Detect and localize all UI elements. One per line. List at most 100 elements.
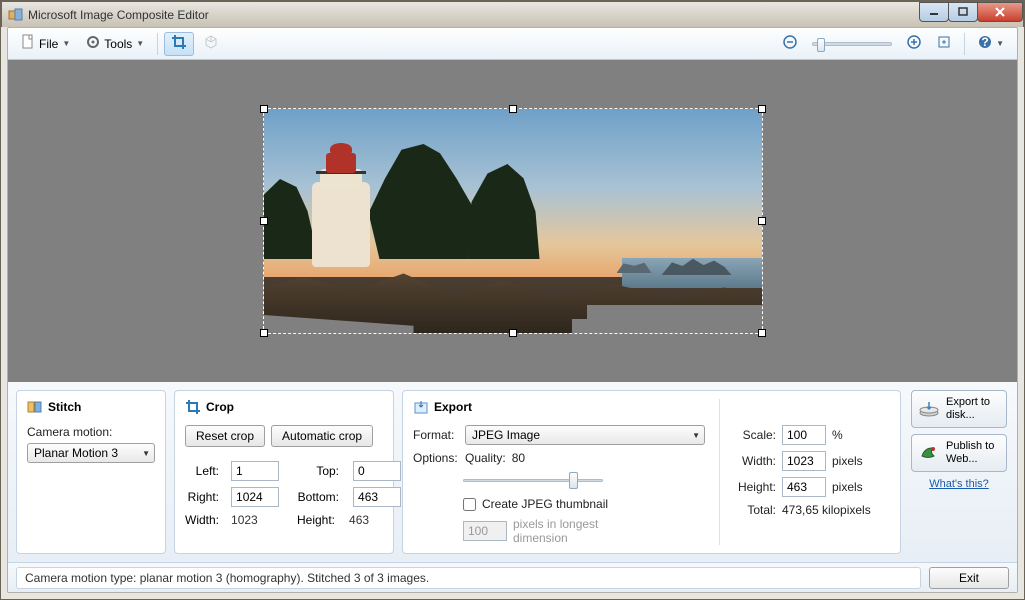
help-icon: ? xyxy=(978,35,992,52)
quality-value: 80 xyxy=(512,451,525,465)
automatic-crop-button[interactable]: Automatic crop xyxy=(271,425,373,447)
crop-handle[interactable] xyxy=(758,329,766,337)
zoom-in-button[interactable] xyxy=(900,32,928,56)
crop-top-label: Top: xyxy=(293,464,339,478)
separator xyxy=(964,33,965,55)
export-header: Export xyxy=(434,400,472,414)
crop-bottom-label: Bottom: xyxy=(293,490,339,504)
crop-handle[interactable] xyxy=(758,217,766,225)
stitch-header: Stitch xyxy=(48,400,81,414)
crop-bottom-input[interactable] xyxy=(353,487,401,507)
export-width-input[interactable] xyxy=(782,451,826,471)
crop-left-label: Left: xyxy=(185,464,219,478)
scale-unit: % xyxy=(832,428,843,442)
zoom-out-button[interactable] xyxy=(776,32,804,56)
close-button[interactable] xyxy=(977,2,1023,22)
statusbar: Camera motion type: planar motion 3 (hom… xyxy=(8,562,1017,592)
plus-circle-icon xyxy=(907,35,921,52)
crop-handle[interactable] xyxy=(260,217,268,225)
main-toolbar: File ▼ Tools ▼ xyxy=(8,28,1017,60)
tools-label: Tools xyxy=(104,37,132,51)
publish-label: Publish to Web... xyxy=(946,440,1000,466)
fit-icon xyxy=(937,35,951,52)
export-width-label: Width: xyxy=(734,454,776,468)
crop-handle[interactable] xyxy=(758,105,766,113)
crop-right-input[interactable] xyxy=(231,487,279,507)
fit-screen-button[interactable] xyxy=(930,32,958,56)
crop-top-input[interactable] xyxy=(353,461,401,481)
cube-icon xyxy=(203,34,219,53)
format-label: Format: xyxy=(413,428,459,442)
scale-label: Scale: xyxy=(734,428,776,442)
crop-handle[interactable] xyxy=(509,329,517,337)
caret-down-icon: ▼ xyxy=(62,39,70,48)
side-buttons: Export to disk... Publish to Web... What… xyxy=(909,390,1009,554)
file-label: File xyxy=(39,37,58,51)
separator xyxy=(157,33,158,55)
maximize-button[interactable] xyxy=(948,2,978,22)
quality-slider[interactable] xyxy=(463,471,603,489)
camera-motion-select[interactable]: Planar Motion 3 ▼ xyxy=(27,443,155,463)
thumbnail-checkbox[interactable] xyxy=(463,498,476,511)
window-title: Microsoft Image Composite Editor xyxy=(28,8,209,22)
stitch-icon xyxy=(27,399,43,415)
minimize-button[interactable] xyxy=(919,2,949,22)
titlebar: Microsoft Image Composite Editor xyxy=(1,1,1024,27)
crop-width-value: 1023 xyxy=(231,513,275,527)
crop-handle[interactable] xyxy=(260,105,268,113)
scale-input[interactable] xyxy=(782,425,826,445)
crop-panel: Crop Reset crop Automatic crop Left: Top… xyxy=(174,390,394,554)
panorama-preview xyxy=(264,109,762,333)
zoom-slider[interactable] xyxy=(812,42,892,46)
crop-width-label: Width: xyxy=(185,513,219,527)
crop-height-value: 463 xyxy=(349,513,369,527)
file-new-icon xyxy=(21,34,35,53)
total-value: 473,65 kilopixels xyxy=(782,503,871,517)
crop-icon xyxy=(185,399,201,415)
file-menu[interactable]: File ▼ xyxy=(14,32,77,56)
export-panel: Export Format: JPEG Image ▼ Options: Qua… xyxy=(402,390,901,554)
total-label: Total: xyxy=(734,503,776,517)
options-label: Options: xyxy=(413,451,459,465)
help-menu[interactable]: ? ▼ xyxy=(971,32,1011,56)
crop-selection[interactable] xyxy=(263,108,763,334)
crop-left-input[interactable] xyxy=(231,461,279,481)
export-disk-label: Export to disk... xyxy=(946,396,1000,422)
crop-header: Crop xyxy=(206,400,234,414)
export-height-label: Height: xyxy=(734,480,776,494)
publish-icon xyxy=(918,441,940,465)
export-height-input[interactable] xyxy=(782,477,826,497)
format-select[interactable]: JPEG Image ▼ xyxy=(465,425,705,445)
thumbnail-hint: pixels in longest dimension xyxy=(513,517,623,545)
camera-motion-value: Planar Motion 3 xyxy=(34,446,118,460)
pixels-label: pixels xyxy=(832,454,863,468)
caret-down-icon: ▼ xyxy=(692,431,700,440)
quality-label: Quality: xyxy=(465,451,506,465)
app-icon xyxy=(8,7,24,23)
publish-to-web-button[interactable]: Publish to Web... xyxy=(911,434,1007,472)
projection-tool-button[interactable] xyxy=(196,32,226,56)
bottom-panels: Stitch Camera motion: Planar Motion 3 ▼ … xyxy=(8,382,1017,562)
caret-down-icon: ▼ xyxy=(996,39,1004,48)
whats-this-link[interactable]: What's this? xyxy=(929,478,989,490)
crop-handle[interactable] xyxy=(260,329,268,337)
export-to-disk-button[interactable]: Export to disk... xyxy=(911,390,1007,428)
caret-down-icon: ▼ xyxy=(142,449,150,458)
format-value: JPEG Image xyxy=(472,428,540,442)
exit-button[interactable]: Exit xyxy=(929,567,1009,589)
svg-text:?: ? xyxy=(981,35,988,49)
status-text: Camera motion type: planar motion 3 (hom… xyxy=(16,567,921,589)
crop-right-label: Right: xyxy=(185,490,219,504)
disk-icon xyxy=(918,397,940,421)
tools-menu[interactable]: Tools ▼ xyxy=(79,32,151,56)
camera-motion-label: Camera motion: xyxy=(27,425,155,439)
canvas-area[interactable] xyxy=(8,60,1017,382)
export-icon xyxy=(413,399,429,415)
caret-down-icon: ▼ xyxy=(136,39,144,48)
crop-handle[interactable] xyxy=(509,105,517,113)
pixels-label: pixels xyxy=(832,480,863,494)
crop-height-label: Height: xyxy=(289,513,335,527)
thumbnail-size-input xyxy=(463,521,507,541)
reset-crop-button[interactable]: Reset crop xyxy=(185,425,265,447)
crop-tool-button[interactable] xyxy=(164,32,194,56)
